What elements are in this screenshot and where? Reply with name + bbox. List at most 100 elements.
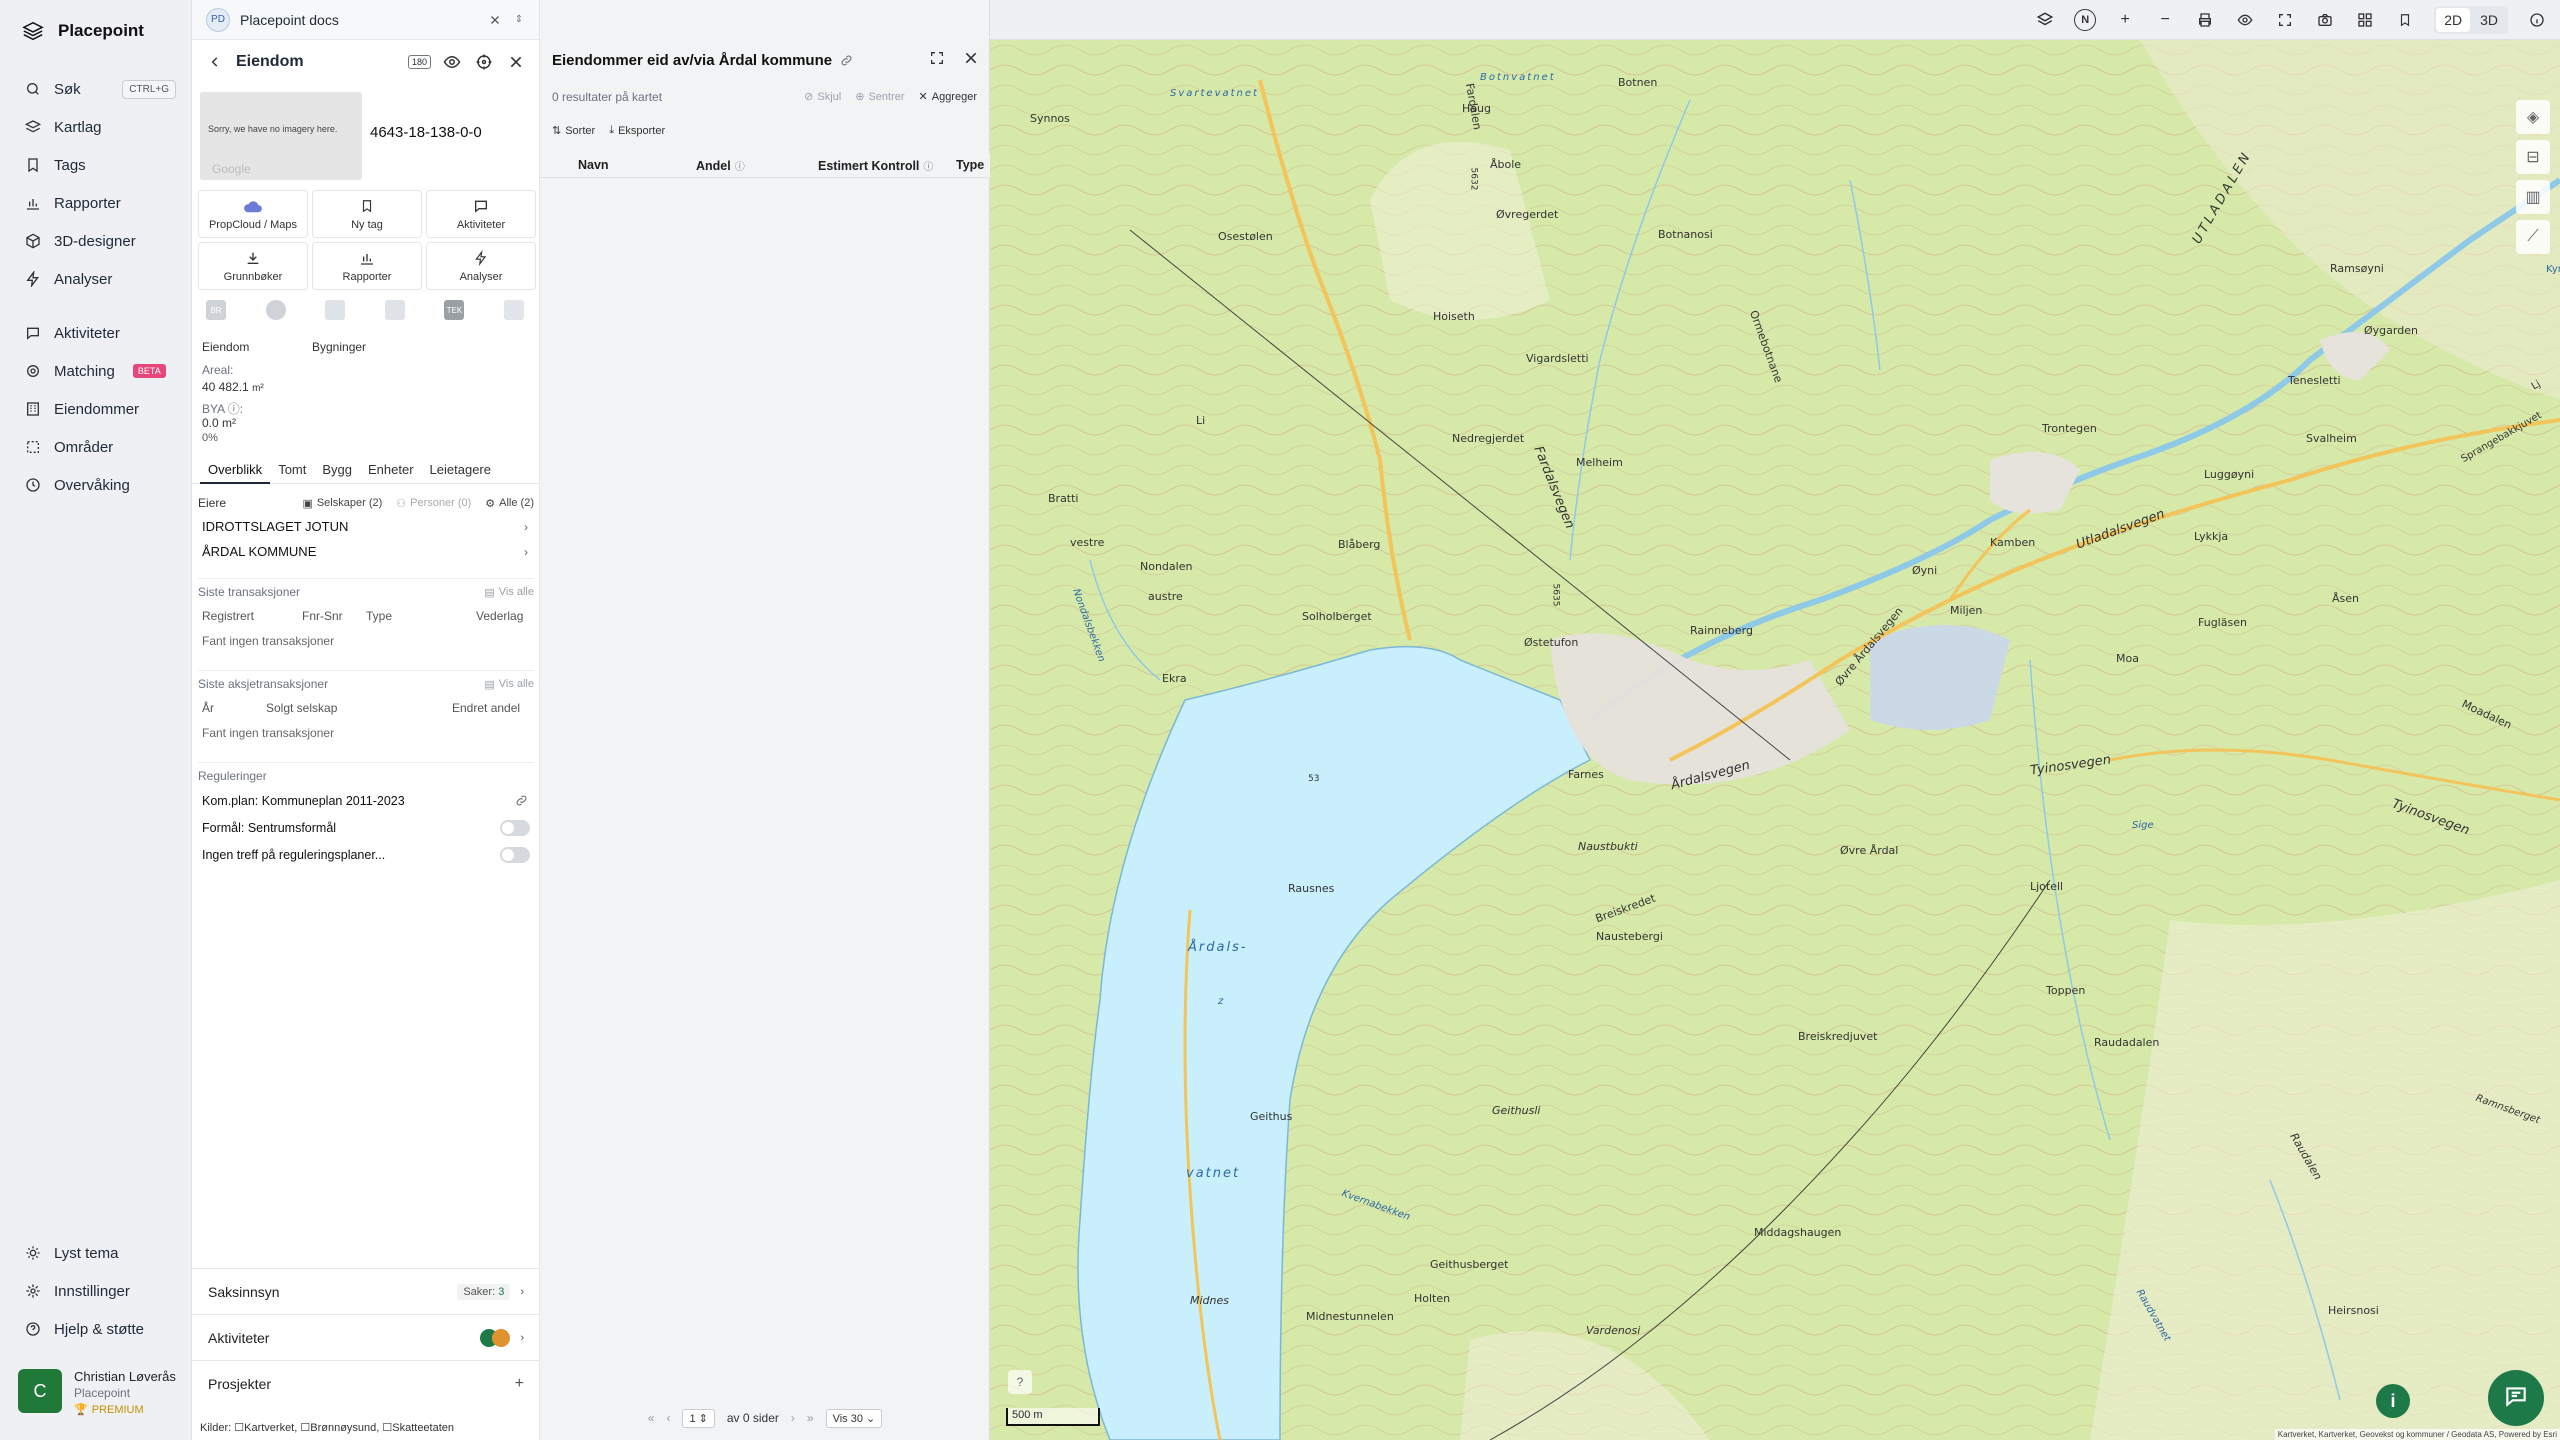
zoom-out-icon[interactable]: −: [2154, 9, 2176, 31]
tab-building[interactable]: Bygg: [314, 460, 360, 484]
nav-properties[interactable]: Eiendommer: [0, 390, 192, 428]
nav-search[interactable]: Søk CTRL+G: [0, 70, 192, 108]
topographic-map[interactable]: Synnos Svartevatnet Botnvatnet Botnen Fa…: [990, 40, 2560, 1440]
info-circle-icon[interactable]: [2526, 9, 2548, 31]
tab-units[interactable]: Enheter: [360, 460, 422, 484]
crosshair-icon[interactable]: [473, 51, 495, 73]
nav-help[interactable]: Hjelp & støtte: [0, 1310, 192, 1348]
plans-toggle[interactable]: [500, 846, 530, 863]
nav-label: Aktiviteter: [54, 324, 120, 342]
prev-page-icon[interactable]: ‹: [666, 1411, 670, 1425]
next-page-icon[interactable]: ›: [791, 1411, 795, 1425]
view-all-button[interactable]: ▤ Vis alle: [484, 678, 534, 691]
nav-reports[interactable]: Rapporter: [0, 184, 192, 222]
home-icon[interactable]: [503, 300, 524, 320]
sort-button[interactable]: ⇅ Sorter: [552, 124, 595, 138]
per-page-select[interactable]: Vis 30 ⌄: [825, 1408, 883, 1428]
expand-icon[interactable]: [929, 50, 945, 66]
case-access-row[interactable]: Saksinnsyn Saker: 3 ›: [192, 1268, 540, 1314]
filter-all[interactable]: ⚙ Alle (2): [485, 497, 534, 510]
globe-icon[interactable]: [265, 300, 286, 320]
page-input[interactable]: 1 ⇕: [682, 1408, 715, 1428]
nav-matching[interactable]: Matching BETA: [0, 352, 192, 390]
tab-overview[interactable]: Overblikk: [200, 460, 271, 484]
filter-persons[interactable]: ⚇ Personer (0): [396, 497, 471, 510]
hide-button[interactable]: ⊘ Skjul: [804, 90, 841, 104]
nav-settings[interactable]: Innstillinger: [0, 1272, 192, 1310]
print-icon[interactable]: [2194, 9, 2216, 31]
activities-row[interactable]: Aktiviteter ›: [192, 1314, 540, 1360]
eye-icon[interactable]: [441, 51, 463, 73]
north-arrow-icon[interactable]: N: [2074, 8, 2097, 31]
aggregate-button[interactable]: ✕ Aggreger: [919, 90, 977, 104]
nav-layers[interactable]: Kartlag: [0, 108, 192, 146]
brand[interactable]: Placepoint: [22, 20, 144, 42]
close-icon[interactable]: [505, 51, 527, 73]
source-skatteetaten[interactable]: Skatteetaten: [392, 1422, 454, 1434]
tek-icon[interactable]: TEK: [444, 300, 465, 320]
export-button[interactable]: ⤓ Eksporter: [609, 124, 665, 137]
map-help-icon[interactable]: ?: [1008, 1370, 1032, 1394]
nav-label: Kartlag: [54, 118, 102, 136]
new-tag-button[interactable]: Ny tag: [312, 190, 422, 238]
br-icon[interactable]: BR: [206, 300, 226, 320]
add-project-icon[interactable]: +: [515, 1375, 524, 1393]
center-button[interactable]: ⊕ Sentrer: [855, 90, 904, 104]
nav-tags[interactable]: Tags: [0, 146, 192, 184]
source-kartverket[interactable]: Kartverket: [244, 1422, 294, 1434]
last-page-icon[interactable]: »: [807, 1411, 814, 1425]
grid-icon[interactable]: [2354, 9, 2376, 31]
col-control[interactable]: Estimert Kontroll ⓘ: [818, 158, 933, 174]
purpose-toggle[interactable]: [500, 819, 530, 836]
link-icon[interactable]: [840, 54, 853, 67]
docs-title[interactable]: Placepoint docs: [240, 12, 477, 28]
view-all-button[interactable]: ▤ Vis alle: [484, 586, 534, 599]
tag-box[interactable]: 180: [407, 55, 431, 69]
analyses-button[interactable]: Analyser: [426, 242, 536, 290]
projects-row[interactable]: Prosjekter +: [192, 1360, 540, 1406]
reports-button[interactable]: Rapporter: [312, 242, 422, 290]
eye-icon[interactable]: [2234, 9, 2256, 31]
nav-light-theme[interactable]: Lyst tema: [0, 1234, 192, 1272]
nav-activities[interactable]: Aktiviteter: [0, 314, 192, 352]
back-chevron-icon[interactable]: [204, 51, 226, 73]
owner-row[interactable]: IDROTTSLAGET JOTUN ›: [198, 514, 534, 539]
land-registry-button[interactable]: Grunnbøker: [198, 242, 308, 290]
nav-analyses[interactable]: Analyser: [0, 260, 192, 298]
close-icon[interactable]: [963, 50, 979, 66]
chart-tool-icon[interactable]: ▥: [2516, 180, 2550, 214]
chat-support-button[interactable]: [2488, 1370, 2544, 1426]
nav-areas[interactable]: Områder: [0, 428, 192, 466]
mode-2d-button[interactable]: 2D: [2436, 7, 2471, 32]
stairs-chart-icon[interactable]: [384, 300, 405, 320]
nav-monitoring[interactable]: Overvåking: [0, 466, 192, 504]
close-icon[interactable]: [487, 12, 503, 28]
first-page-icon[interactable]: «: [648, 1411, 655, 1425]
link-icon[interactable]: [515, 794, 528, 807]
col-share[interactable]: Andel ⓘ: [696, 158, 745, 174]
col-type[interactable]: Type: [956, 158, 984, 172]
user-profile[interactable]: C Christian Løverås Placepoint 🏆 PREMIUM: [18, 1369, 176, 1416]
chevron-updown-icon[interactable]: ⇕: [513, 12, 525, 28]
bookmark-icon[interactable]: [2394, 9, 2416, 31]
mode-3d-button[interactable]: 3D: [2472, 8, 2506, 32]
filter-companies[interactable]: ▣ Selskaper (2): [302, 497, 382, 510]
owner-row[interactable]: ÅRDAL KOMMUNE ›: [198, 539, 534, 564]
regulation-plan-row[interactable]: Kom.plan: Kommuneplan 2011-2023: [198, 787, 534, 814]
zoom-in-icon[interactable]: +: [2114, 9, 2136, 31]
tab-tenants[interactable]: Leietagere: [422, 460, 499, 484]
camera-icon[interactable]: [2314, 9, 2336, 31]
measure-icon[interactable]: ⟋: [2516, 220, 2550, 254]
ruler-icon[interactable]: ⊟: [2516, 140, 2550, 174]
layers-tool-icon[interactable]: ◈: [2516, 100, 2550, 134]
source-brreg[interactable]: Brønnøysund: [310, 1422, 376, 1434]
col-name[interactable]: Navn: [578, 158, 609, 172]
activities-button[interactable]: Aktiviteter: [426, 190, 536, 238]
nav-3d-designer[interactable]: 3D-designer: [0, 222, 192, 260]
cloud-layers-icon[interactable]: [2034, 9, 2056, 31]
fullscreen-icon[interactable]: [2274, 9, 2296, 31]
plant-icon[interactable]: [325, 300, 346, 320]
propcloud-button[interactable]: PropCloud / Maps: [198, 190, 308, 238]
tab-plot[interactable]: Tomt: [270, 460, 314, 484]
map-info-icon[interactable]: i: [2376, 1384, 2410, 1418]
